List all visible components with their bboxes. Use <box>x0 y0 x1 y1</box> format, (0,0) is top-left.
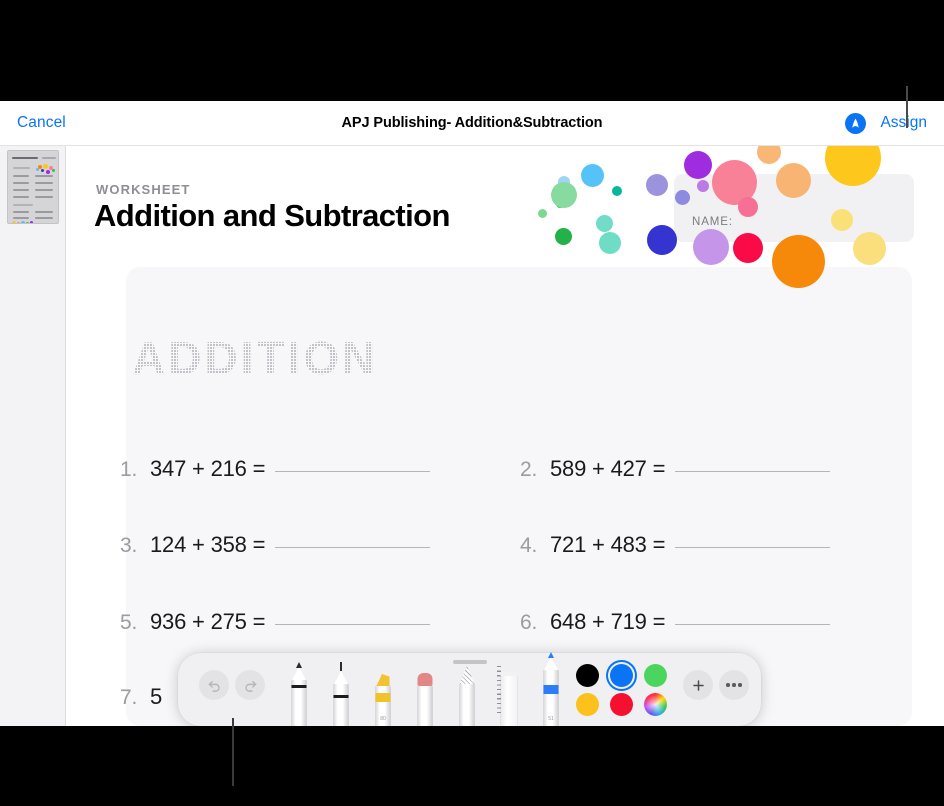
problem-number: 7. <box>120 686 138 709</box>
answer-blank[interactable] <box>275 471 431 472</box>
add-tool-button[interactable] <box>683 670 713 700</box>
problem-number: 3. <box>120 534 138 557</box>
thumbnail-bubble <box>52 169 55 172</box>
thumbnail-text-line <box>12 157 38 159</box>
worksheet-kicker: WORKSHEET <box>96 182 191 197</box>
decorative-bubble <box>556 200 564 208</box>
navigation-bar: Cancel APJ Publishing- Addition&Subtract… <box>0 101 944 146</box>
color-swatch-red[interactable] <box>610 693 633 716</box>
problem-row: 5. 936 + 275 = <box>120 609 431 635</box>
problem-expression: 347 + 216 = <box>150 456 266 481</box>
answer-blank[interactable] <box>275 624 431 625</box>
thumbnail-bubble <box>12 221 16 223</box>
decorative-bubble <box>757 146 781 164</box>
problem-expression: 936 + 275 = <box>150 609 266 634</box>
thumbnail-bubble <box>30 221 33 223</box>
color-swatch-color-wheel[interactable] <box>644 693 667 716</box>
decorative-bubble <box>581 164 604 187</box>
thumbnail-text-line <box>13 217 29 219</box>
color-swatch-yellow[interactable] <box>576 693 599 716</box>
answer-blank[interactable] <box>275 547 431 548</box>
app-badge-icon[interactable] <box>845 112 866 134</box>
thumbnail-bubble <box>26 222 29 223</box>
assign-button[interactable]: Assign <box>880 114 927 132</box>
problem-row: 6. 648 + 719 = <box>520 609 831 635</box>
name-field[interactable]: NAME: <box>674 174 914 242</box>
ellipsis-icon <box>726 683 742 687</box>
answer-blank[interactable] <box>675 547 831 548</box>
thumbnail-text-line <box>13 167 30 169</box>
decorative-bubble <box>596 215 613 232</box>
thumbnail-text-line <box>35 217 53 219</box>
problem-row: 2. 589 + 427 = <box>520 456 831 482</box>
problem-expression: 721 + 483 = <box>550 532 666 557</box>
decorative-bubble <box>555 228 572 245</box>
thumbnail-text-line <box>35 175 53 177</box>
problem-row: 3. 124 + 358 = <box>120 532 431 558</box>
page-title: APJ Publishing- Addition&Subtraction <box>341 115 603 131</box>
decorative-bubble <box>646 174 668 196</box>
screen: Cancel APJ Publishing- Addition&Subtract… <box>0 0 944 806</box>
thumbnail-bubble <box>21 221 25 223</box>
problem-number: 4. <box>520 534 538 557</box>
more-options-button[interactable] <box>719 670 749 700</box>
thumbnail-text-line <box>13 175 29 177</box>
decorative-bubble <box>554 189 564 199</box>
problem-row: 1. 347 + 216 = <box>120 456 431 482</box>
decorative-bubble <box>647 225 677 255</box>
decorative-bubble <box>551 182 577 208</box>
problem-expression: 124 + 358 = <box>150 532 266 557</box>
thumbnail-text-line <box>13 211 29 213</box>
worksheet-title: Addition and Subtraction <box>94 198 450 233</box>
decorative-bubble <box>612 186 622 196</box>
color-swatch-black[interactable] <box>576 664 599 687</box>
thumbnail-text-line <box>13 196 29 198</box>
decorative-bubble <box>599 232 621 254</box>
color-swatch-green[interactable] <box>644 664 667 687</box>
answer-blank[interactable] <box>675 624 831 625</box>
problem-number: 2. <box>520 458 538 481</box>
thumbnail-bubble <box>36 168 39 171</box>
sidebar-item-page-1[interactable] <box>7 150 59 224</box>
callout-line-assign <box>906 86 908 128</box>
thumbnail-text-line <box>35 196 53 198</box>
color-swatch-group <box>178 653 761 726</box>
decorative-bubble <box>558 176 570 188</box>
thumbnail-bubble <box>46 170 50 174</box>
section-heading-addition: ADDITION <box>132 332 379 384</box>
problem-row: 7. 5 <box>120 684 162 710</box>
document-canvas[interactable]: WORKSHEET Addition and Subtraction NAME:… <box>66 146 944 726</box>
page-sidebar <box>0 146 66 726</box>
problem-number: 1. <box>120 458 138 481</box>
problem-expression: 589 + 427 = <box>550 456 666 481</box>
color-swatch-blue[interactable] <box>610 664 633 687</box>
problem-expression: 5 <box>150 684 163 709</box>
thumbnail-text-line <box>35 189 53 191</box>
thumbnail-text-line <box>13 182 29 184</box>
callout-line-toolbar <box>232 718 234 786</box>
problem-row: 4. 721 + 483 = <box>520 532 831 558</box>
problem-number: 5. <box>120 611 138 634</box>
answer-blank[interactable] <box>675 471 831 472</box>
thumbnail-text-line <box>35 211 53 213</box>
problem-expression: 648 + 719 = <box>550 609 666 634</box>
thumbnail-text-line <box>13 204 33 206</box>
thumbnail-text-line <box>13 189 29 191</box>
thumbnail-bubble <box>41 169 44 172</box>
thumbnail-bubble <box>43 164 48 169</box>
thumbnail-text-line <box>42 157 56 159</box>
markup-toolbar[interactable]: 80 51 <box>178 652 761 726</box>
name-field-label: NAME: <box>692 216 733 228</box>
problem-number: 6. <box>520 611 538 634</box>
thumbnail-bubble <box>17 222 20 223</box>
thumbnail-text-line <box>35 182 53 184</box>
decorative-bubble <box>538 209 547 218</box>
